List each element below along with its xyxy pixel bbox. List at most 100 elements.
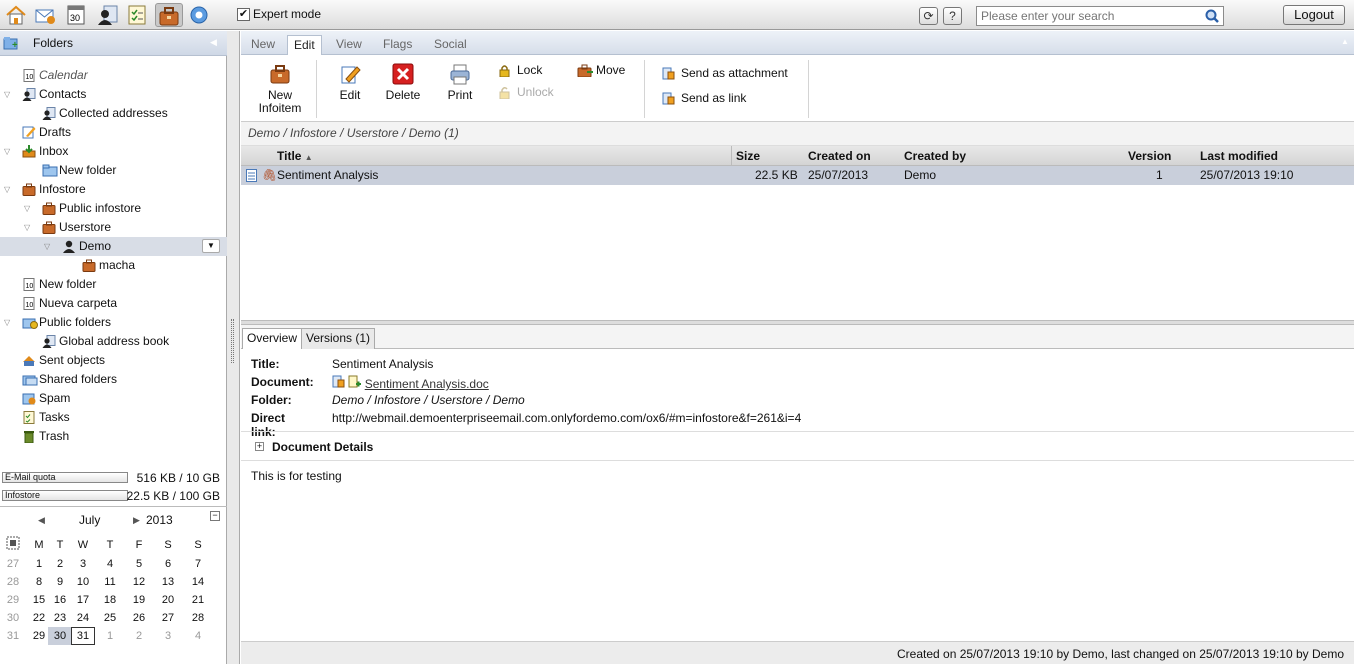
calendar-day[interactable]: 16 [48, 591, 72, 609]
unlock-button[interactable]: Unlock [498, 85, 554, 99]
calendar-day[interactable]: 27 [156, 609, 180, 627]
week-number[interactable]: 27 [1, 555, 25, 573]
folder-item[interactable]: ▽ Contacts [0, 85, 227, 104]
folder-item[interactable]: ▽ Public infostore [0, 199, 227, 218]
folder-item[interactable]: 10 Nueva carpeta [0, 294, 227, 313]
table-row[interactable]: 🖇 Sentiment Analysis 22.5 KB 25/07/2013 … [241, 166, 1354, 185]
folder-item[interactable]: ▽ Demo ▼ [0, 237, 227, 256]
settings-icon[interactable] [187, 3, 211, 27]
expand-toggle-icon[interactable]: ▽ [24, 199, 30, 218]
add-document-icon[interactable] [348, 375, 362, 391]
calendar-day[interactable]: 25 [98, 609, 122, 627]
calendar-day[interactable]: 10 [71, 573, 95, 591]
calendar-year[interactable]: 2013 [146, 513, 173, 527]
calendar-day[interactable]: 3 [156, 627, 180, 645]
calendar-day[interactable]: 26 [127, 609, 151, 627]
search-input[interactable] [976, 6, 1224, 26]
tasks-icon[interactable] [125, 3, 149, 27]
calendar-day[interactable]: 20 [156, 591, 180, 609]
calendar-day[interactable]: 13 [156, 573, 180, 591]
calendar-day[interactable]: 21 [186, 591, 210, 609]
calendar-day[interactable]: 28 [186, 609, 210, 627]
add-folder-icon[interactable]: + [3, 36, 19, 53]
folder-item[interactable]: ▽ Infostore [0, 180, 227, 199]
send-as-attachment-button[interactable]: Send as attachment [662, 66, 788, 80]
new-infoitem-button[interactable]: New Infoitem [255, 63, 305, 115]
week-number[interactable]: 28 [1, 573, 25, 591]
tab-new[interactable]: New [245, 35, 281, 55]
panel-splitter[interactable] [227, 31, 240, 664]
calendar-day[interactable]: 12 [127, 573, 151, 591]
column-last-modified[interactable]: Last modified [1200, 149, 1278, 163]
week-number[interactable]: 29 [1, 591, 25, 609]
calendar-day[interactable]: 2 [48, 555, 72, 573]
column-title[interactable]: Title ▲ [277, 149, 313, 163]
search-icon[interactable] [1205, 9, 1219, 23]
home-icon[interactable] [4, 3, 28, 27]
collapse-ribbon-icon[interactable]: ▲ [1341, 37, 1349, 46]
tab-overview[interactable]: Overview [242, 328, 303, 349]
folder-item[interactable]: macha [0, 256, 227, 275]
calendar-day[interactable]: 24 [71, 609, 95, 627]
folder-item[interactable]: Tasks [0, 408, 227, 427]
expand-toggle-icon[interactable]: ▽ [24, 218, 30, 237]
contacts-icon[interactable] [96, 3, 120, 27]
tab-flags[interactable]: Flags [377, 35, 418, 55]
calendar-day[interactable]: 9 [48, 573, 72, 591]
document-link[interactable]: Sentiment Analysis.doc [365, 377, 489, 391]
week-number[interactable]: 30 [1, 609, 25, 627]
folder-value[interactable]: Demo / Infostore / Userstore / Demo [332, 393, 525, 407]
folder-item[interactable]: Collected addresses [0, 104, 227, 123]
tab-view[interactable]: View [330, 35, 368, 55]
week-number[interactable]: 31 [1, 627, 25, 645]
edit-button[interactable]: Edit [335, 63, 365, 102]
lock-button[interactable]: Lock [498, 63, 542, 77]
calendar-day[interactable]: 2 [127, 627, 151, 645]
folder-item[interactable]: ▽ Inbox [0, 142, 227, 161]
expand-toggle-icon[interactable]: ▽ [4, 313, 10, 332]
calendar-day[interactable]: 17 [71, 591, 95, 609]
expand-toggle-icon[interactable]: ▽ [4, 180, 10, 199]
mail-icon[interactable] [33, 3, 57, 27]
folder-menu-button[interactable]: ▼ [202, 239, 220, 253]
calendar-icon[interactable]: 30 [64, 3, 88, 27]
infostore-icon[interactable] [155, 3, 183, 27]
collapse-calendar-icon[interactable]: − [210, 511, 220, 521]
calendar-day[interactable]: 1 [98, 627, 122, 645]
calendar-day[interactable]: 7 [186, 555, 210, 573]
expand-toggle-icon[interactable]: ▽ [4, 142, 10, 161]
logout-button[interactable]: Logout [1283, 5, 1345, 25]
tab-versions[interactable]: Versions (1) [301, 328, 376, 349]
calendar-day[interactable]: 14 [186, 573, 210, 591]
column-created-by[interactable]: Created by [904, 149, 966, 163]
collapse-panel-icon[interactable]: ◀ [210, 37, 217, 48]
folder-item[interactable]: ▽ Userstore [0, 218, 227, 237]
calendar-day[interactable]: 11 [98, 573, 122, 591]
calendar-day[interactable]: 4 [186, 627, 210, 645]
folder-item[interactable]: Drafts [0, 123, 227, 142]
calendar-day[interactable]: 23 [48, 609, 72, 627]
select-week-icon[interactable] [1, 536, 25, 554]
folder-item[interactable]: Trash [0, 427, 227, 446]
send-document-icon[interactable] [332, 375, 345, 391]
calendar-day[interactable]: 5 [127, 555, 151, 573]
expand-toggle-icon[interactable]: ▽ [44, 237, 50, 256]
calendar-day[interactable]: 31 [71, 627, 95, 645]
document-details-toggle[interactable]: + Document Details [241, 431, 1354, 461]
folder-item[interactable]: Sent objects [0, 351, 227, 370]
column-size[interactable]: Size [736, 149, 760, 163]
tab-edit[interactable]: Edit [287, 35, 322, 55]
help-button[interactable]: ? [943, 7, 962, 25]
folder-item[interactable]: Spam [0, 389, 227, 408]
expert-mode-toggle[interactable]: ✔ Expert mode [237, 7, 321, 21]
calendar-day[interactable]: 30 [48, 627, 72, 645]
calendar-day[interactable]: 18 [98, 591, 122, 609]
column-version[interactable]: Version [1128, 149, 1171, 163]
calendar-day[interactable]: 3 [71, 555, 95, 573]
prev-month-icon[interactable]: ◀ [38, 515, 45, 526]
folder-item[interactable]: Global address book [0, 332, 227, 351]
next-month-icon[interactable]: ▶ [133, 515, 140, 526]
expand-icon[interactable]: + [255, 442, 264, 451]
calendar-month[interactable]: July [79, 513, 100, 527]
calendar-day[interactable]: 4 [98, 555, 122, 573]
